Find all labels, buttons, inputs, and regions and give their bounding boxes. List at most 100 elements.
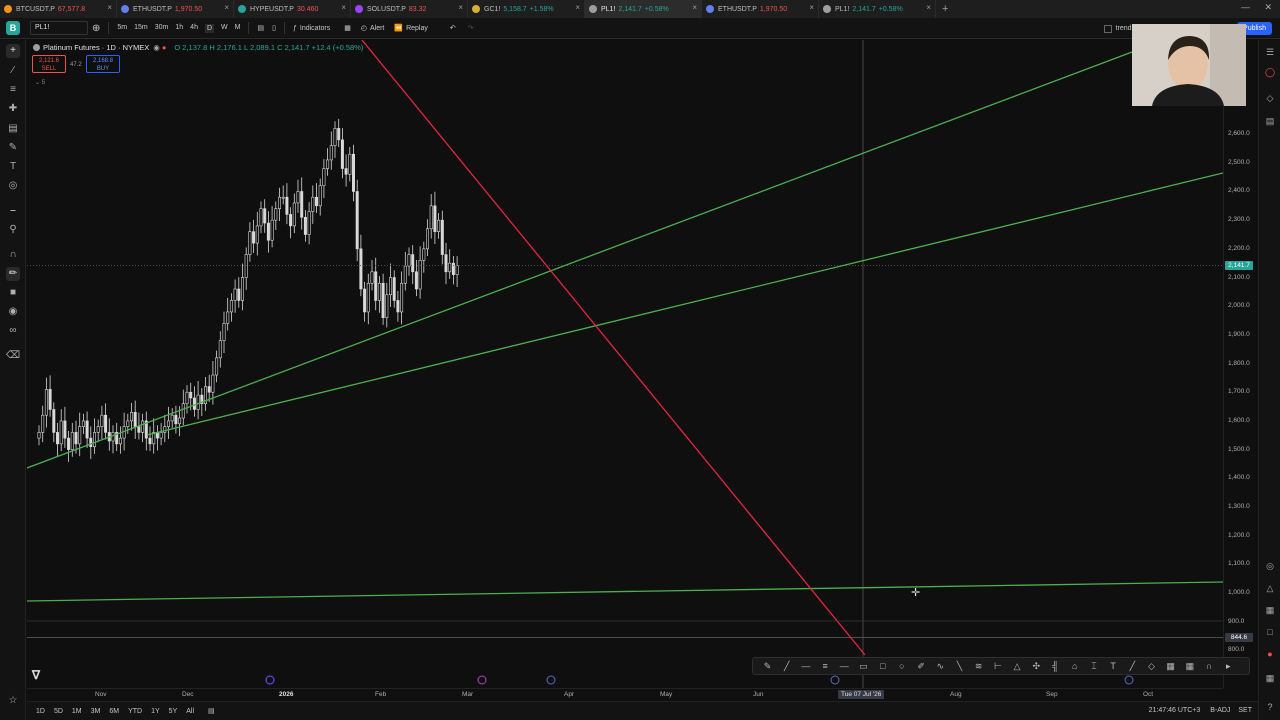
text-tool-icon[interactable]: T xyxy=(6,160,20,174)
range-1d-button[interactable]: 1D xyxy=(36,708,45,715)
close-window-icon[interactable]: ✕ xyxy=(1264,2,1272,13)
browser-tab[interactable]: PL1! 2,141.7 +0.58% × xyxy=(585,0,702,18)
zigzag-tool-icon[interactable]: ≋ xyxy=(973,661,984,672)
adjustment-toggle[interactable]: B-ADJ xyxy=(1210,707,1230,714)
eye-icon[interactable]: ◉ xyxy=(153,43,160,52)
hide-drawings-icon[interactable]: ◉ xyxy=(6,305,20,319)
chart-pane[interactable]: ✛ Platinum Futures · 1D · NYMEX ◉ ● O 2,… xyxy=(27,40,1223,688)
instrument-title[interactable]: Platinum Futures · 1D · NYMEX xyxy=(43,43,149,52)
interval-5m-button[interactable]: 5m xyxy=(117,24,127,33)
news-icon[interactable]: ▤ xyxy=(1264,115,1276,127)
pattern-tool-icon[interactable]: ⌂ xyxy=(1069,661,1080,672)
time-axis[interactable]: Nov Dec 2026 Feb Mar Apr May Jun Aug Sep Oct Tue 07… xyxy=(27,688,1223,700)
fib-tool-icon[interactable]: ╣ xyxy=(1050,661,1061,672)
indicator-toggle[interactable]: ⌄ 5 xyxy=(35,79,45,86)
patterns-tool-icon[interactable]: ◎ xyxy=(6,179,20,193)
interval-4h-button[interactable]: 4h xyxy=(190,24,198,33)
buy-button[interactable]: 2,168.8 BUY xyxy=(86,55,120,73)
measure-tool-icon[interactable]: ⌶ xyxy=(1088,661,1099,672)
alert-button[interactable]: Alert xyxy=(370,25,384,32)
date-range-icon[interactable]: ▤ xyxy=(208,707,215,715)
trendline-tool-icon[interactable]: ∕ xyxy=(6,64,20,78)
close-tab-icon[interactable]: × xyxy=(926,3,931,12)
ray-tool-icon[interactable]: ― xyxy=(800,661,811,672)
range-all-button[interactable]: All xyxy=(186,708,194,715)
range-1m-button[interactable]: 1M xyxy=(72,708,82,715)
projection-tool-icon[interactable]: △ xyxy=(1012,661,1023,672)
rect-tool-icon[interactable]: □ xyxy=(877,661,888,672)
close-tab-icon[interactable]: × xyxy=(458,3,463,12)
brush-tool-icon[interactable]: ✐ xyxy=(916,661,927,672)
text-box-tool-icon[interactable]: ⊢ xyxy=(992,661,1003,672)
interval-15m-button[interactable]: 15m xyxy=(134,24,148,33)
range-1y-button[interactable]: 1Y xyxy=(151,708,160,715)
layouts-icon[interactable]: ▦ xyxy=(1264,672,1276,684)
trash-icon[interactable]: ⌫ xyxy=(6,349,20,363)
text-tool-icon[interactable]: T xyxy=(1108,661,1119,672)
templates-icon[interactable]: ▦ xyxy=(344,24,351,32)
redo-icon[interactable]: ↷ xyxy=(468,24,474,32)
long-short-tool-icon[interactable]: ▦ xyxy=(1165,661,1176,672)
zoom-tool-icon[interactable]: ⚲ xyxy=(6,223,20,237)
range-5d-button[interactable]: 5D xyxy=(54,708,63,715)
range-3m-button[interactable]: 3M xyxy=(91,708,101,715)
interval-d-button[interactable]: D xyxy=(204,23,215,33)
clock[interactable]: 21:47:46 UTC+3 xyxy=(1149,707,1201,714)
more-tool-icon[interactable]: ▸ xyxy=(1223,661,1234,672)
pitchfork-tool-icon[interactable]: ✣ xyxy=(1031,661,1042,672)
triangle-icon[interactable]: △ xyxy=(1264,582,1276,594)
range-5y-button[interactable]: 5Y xyxy=(169,708,178,715)
browser-tab[interactable]: ETHUSDT.P 1,970.50 × xyxy=(702,0,819,18)
close-tab-icon[interactable]: × xyxy=(107,3,112,12)
magnet-tool-icon[interactable]: ∩ xyxy=(1204,661,1215,672)
watchlist-icon[interactable]: ☰ xyxy=(1264,46,1276,58)
session-toggle[interactable]: SET xyxy=(1238,707,1252,714)
path-tool-icon[interactable]: ∿ xyxy=(935,661,946,672)
interval-m-button[interactable]: M xyxy=(235,24,241,33)
close-tab-icon[interactable]: × xyxy=(575,3,580,12)
link-icon[interactable]: ∞ xyxy=(6,324,20,338)
brush-tool-icon[interactable]: ✎ xyxy=(6,141,20,155)
compare-icon[interactable]: ⊕ xyxy=(92,23,100,34)
close-tab-icon[interactable]: × xyxy=(692,3,697,12)
candlestick-chart[interactable]: ✛ xyxy=(27,40,1223,688)
notifications-icon[interactable]: ● xyxy=(1264,648,1276,660)
calendar-icon[interactable]: ▦ xyxy=(1264,604,1276,616)
ruler-tool-icon[interactable]: ⎯ xyxy=(6,204,20,218)
fib-tool-icon[interactable]: ▤ xyxy=(6,122,20,136)
stay-drawing-icon[interactable]: ✏ xyxy=(6,267,20,281)
pitchfork-tool-icon[interactable]: ✚ xyxy=(6,102,20,116)
alerts-icon[interactable]: ◯ xyxy=(1264,66,1276,78)
hchannel-tool-icon[interactable]: ▭ xyxy=(858,661,869,672)
close-tab-icon[interactable]: × xyxy=(341,3,346,12)
replay-button[interactable]: Replay xyxy=(406,25,428,32)
layout-checkbox[interactable] xyxy=(1103,24,1112,33)
chart-type-icon[interactable]: ▯ xyxy=(272,24,276,32)
minimize-icon[interactable]: — xyxy=(1241,2,1250,12)
browser-tab[interactable]: BTCUSDT.P 67,577.8 × xyxy=(0,0,117,18)
shapes-tool-icon[interactable]: ◇ xyxy=(1146,661,1157,672)
ideas-icon[interactable]: ◎ xyxy=(1264,560,1276,572)
close-tab-icon[interactable]: × xyxy=(809,3,814,12)
price-axis[interactable]: 2,600.0 2,500.0 2,400.0 2,300.0 2,200.0 2,100… xyxy=(1223,40,1258,688)
new-tab-button[interactable]: + xyxy=(936,3,954,15)
crosshair-icon[interactable]: + xyxy=(6,44,20,58)
pencil-tool-icon[interactable]: ✎ xyxy=(762,661,773,672)
bar-style-icon[interactable]: ▤ xyxy=(257,24,264,32)
circle-tool-icon[interactable]: ○ xyxy=(896,661,907,672)
grid-tool-icon[interactable]: ▦ xyxy=(1184,661,1195,672)
line-tool-icon[interactable]: ╱ xyxy=(781,661,792,672)
ray2-tool-icon[interactable]: ╱ xyxy=(1127,661,1138,672)
symbol-search-input[interactable]: PL1! xyxy=(30,21,88,35)
interval-30m-button[interactable]: 30m xyxy=(155,24,169,33)
help-icon[interactable]: ? xyxy=(1264,701,1276,713)
horizontal-line-tool-icon[interactable]: ≡ xyxy=(6,83,20,97)
range-ytd-button[interactable]: YTD xyxy=(128,708,142,715)
channel-tool-icon[interactable]: — xyxy=(839,661,850,672)
arrow-tool-icon[interactable]: ╲ xyxy=(954,661,965,672)
undo-icon[interactable]: ↶ xyxy=(450,24,456,32)
browser-tab[interactable]: PL1! 2,141.7 +0.58% × xyxy=(819,0,936,18)
browser-tab[interactable]: HYPEUSDT.P 30.460 × xyxy=(234,0,351,18)
interval-1h-button[interactable]: 1h xyxy=(175,24,183,33)
browser-tab[interactable]: ETHUSDT.P 1,970.50 × xyxy=(117,0,234,18)
